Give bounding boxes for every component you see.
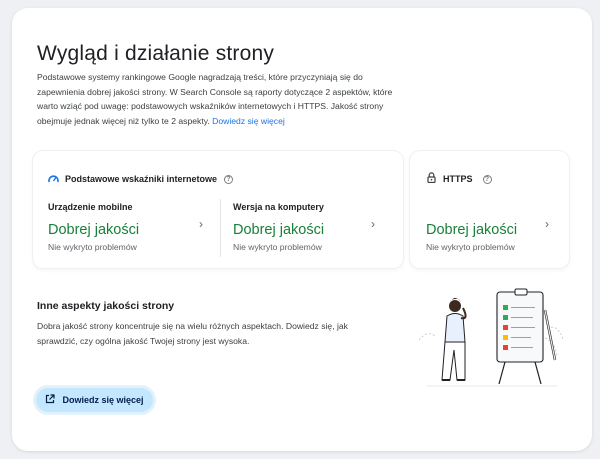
mobile-sub: Nie wykryto problemów xyxy=(48,242,137,252)
open-external-icon xyxy=(45,391,56,409)
page-title: Wygląd i działanie strony xyxy=(37,42,275,65)
https-title: HTTPS xyxy=(443,174,473,184)
person-checklist-illustration xyxy=(417,280,567,397)
intro-text: Podstawowe systemy rankingowe Google nag… xyxy=(37,70,409,128)
desktop-sub: Nie wykryto problemów xyxy=(233,242,322,252)
https-help-icon[interactable]: ? xyxy=(482,174,492,184)
https-status: Dobrej jakości xyxy=(426,222,518,238)
intro-learn-more-link[interactable]: Dowiedz się więcej xyxy=(212,116,285,126)
core-web-vitals-panel: Podstawowe wskaźniki internetowe ? Urząd… xyxy=(33,151,403,268)
other-aspects-desc: Dobra jakość strony koncentruje się na w… xyxy=(37,321,348,346)
metric-divider xyxy=(220,199,221,257)
other-aspects-title: Inne aspekty jakości strony xyxy=(37,300,175,312)
learn-more-label: Dowiedz się więcej xyxy=(62,395,144,405)
https-metric[interactable]: . Dobrej jakości Nie wykryto problemów xyxy=(426,202,517,252)
mobile-status: Dobrej jakości xyxy=(48,222,140,238)
cwv-help-icon[interactable]: ? xyxy=(224,174,234,184)
lock-icon xyxy=(427,170,436,188)
chevron-right-icon[interactable]: › xyxy=(545,217,549,231)
desktop-status: Dobrej jakości xyxy=(233,222,325,238)
desktop-label: Wersja na komputery xyxy=(233,202,324,212)
speedometer-icon xyxy=(48,170,59,188)
cwv-header: Podstawowe wskaźniki internetowe ? xyxy=(48,170,234,188)
chevron-right-icon[interactable]: › xyxy=(371,217,375,231)
mobile-label: Urządzenie mobilne xyxy=(48,202,133,212)
https-header: HTTPS ? xyxy=(427,170,492,188)
learn-more-button[interactable]: Dowiedz się więcej xyxy=(36,388,153,412)
cwv-title: Podstawowe wskaźniki internetowe xyxy=(65,174,218,184)
cwv-desktop-metric[interactable]: Wersja na komputery Dobrej jakości Nie w… xyxy=(233,202,324,252)
chevron-right-icon[interactable]: › xyxy=(199,217,203,231)
page-experience-card: Wygląd i działanie strony Podstawowe sys… xyxy=(12,8,592,451)
cwv-mobile-metric[interactable]: Urządzenie mobilne Dobrej jakości Nie wy… xyxy=(48,202,139,252)
https-sub: Nie wykryto problemów xyxy=(426,242,515,252)
https-panel[interactable]: HTTPS ? . Dobrej jakości Nie wykryto pro… xyxy=(410,151,569,268)
